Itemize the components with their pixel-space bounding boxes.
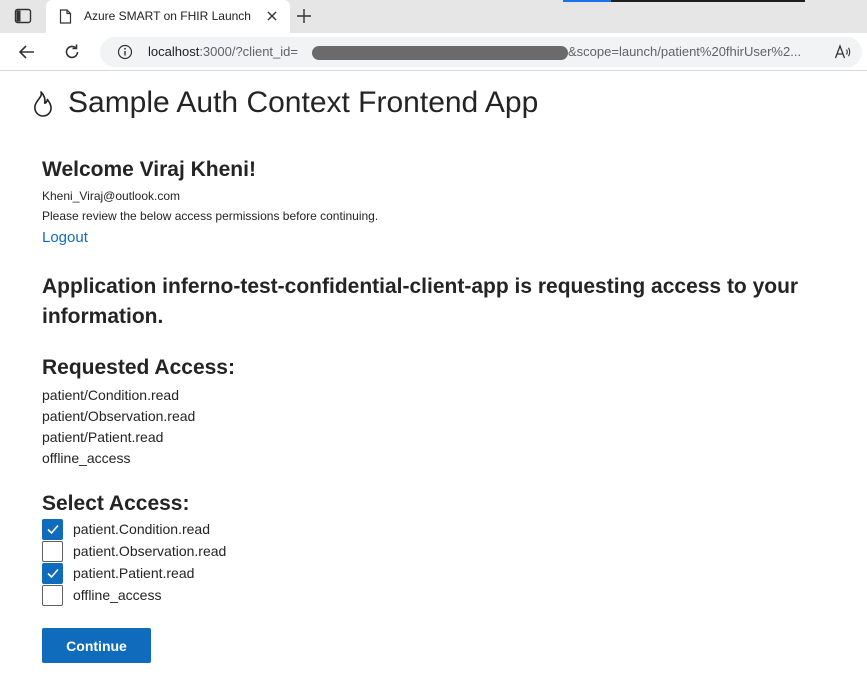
list-item: patient/Patient.read xyxy=(42,429,164,445)
scope-checkbox-row[interactable]: patient.Condition.read xyxy=(42,518,226,540)
scope-checkbox[interactable] xyxy=(42,584,63,606)
tab-actions-icon[interactable] xyxy=(14,8,32,24)
logout-link[interactable]: Logout xyxy=(42,229,88,246)
flame-icon xyxy=(32,90,54,118)
welcome-heading: Welcome Viraj Kheni! xyxy=(42,158,256,181)
url-path: :3000/?client_id= xyxy=(199,44,298,59)
browser-tab-bar: Azure SMART on FHIR Launch xyxy=(0,0,867,33)
access-request-message: Application inferno-test-confidential-cl… xyxy=(42,275,799,328)
continue-button[interactable]: Continue xyxy=(42,628,151,663)
scope-checkbox-label[interactable]: offline_access xyxy=(73,587,161,603)
page-title: Sample Auth Context Frontend App xyxy=(68,86,539,119)
requested-scope-list: patient/Condition.read patient/Observati… xyxy=(42,385,195,469)
browser-toolbar: localhost:3000/?client_id= &scope=launch… xyxy=(0,33,867,71)
checkmark-icon xyxy=(46,568,59,579)
review-note: Please review the below access permissio… xyxy=(42,209,379,223)
read-aloud-icon[interactable] xyxy=(834,43,852,61)
scope-checkbox[interactable] xyxy=(42,540,63,562)
info-icon[interactable] xyxy=(117,44,133,60)
arrow-left-icon[interactable] xyxy=(17,42,37,62)
list-item: offline_access xyxy=(42,450,131,466)
user-email: Kheni_Viraj@outlook.com xyxy=(42,189,181,203)
document-icon xyxy=(59,9,72,24)
plus-icon[interactable] xyxy=(296,8,312,24)
scope-checkbox[interactable] xyxy=(42,562,63,584)
scope-checkbox-row[interactable]: patient.Observation.read xyxy=(42,540,226,562)
address-bar[interactable]: localhost:3000/?client_id= &scope=launch… xyxy=(100,37,862,67)
scope-checkbox[interactable] xyxy=(42,518,63,540)
scope-checkbox-row[interactable]: patient.Patient.read xyxy=(42,562,226,584)
url-redaction xyxy=(312,46,568,60)
list-item: patient/Observation.read xyxy=(42,408,196,424)
checkmark-icon xyxy=(46,524,59,535)
select-access-list: patient.Condition.read patient.Observati… xyxy=(42,518,226,606)
scope-checkbox-label[interactable]: patient.Observation.read xyxy=(73,543,226,559)
tab-title: Azure SMART on FHIR Launch xyxy=(84,9,251,23)
scope-checkbox-label[interactable]: patient.Patient.read xyxy=(73,565,194,581)
window-top-strip-accent xyxy=(563,0,611,2)
close-icon[interactable] xyxy=(265,9,279,23)
list-item: patient/Condition.read xyxy=(42,387,179,403)
url-text[interactable]: localhost:3000/?client_id= xyxy=(148,44,298,59)
reload-icon[interactable] xyxy=(62,42,82,62)
select-access-heading: Select Access: xyxy=(42,492,190,515)
scope-checkbox-label[interactable]: patient.Condition.read xyxy=(73,521,210,537)
requested-access-heading: Requested Access: xyxy=(42,356,235,379)
url-tail: &scope=launch/patient%20fhirUser%2... xyxy=(568,44,802,59)
scope-checkbox-row[interactable]: offline_access xyxy=(42,584,226,606)
browser-tab[interactable]: Azure SMART on FHIR Launch xyxy=(46,0,290,33)
url-host: localhost xyxy=(148,44,200,59)
